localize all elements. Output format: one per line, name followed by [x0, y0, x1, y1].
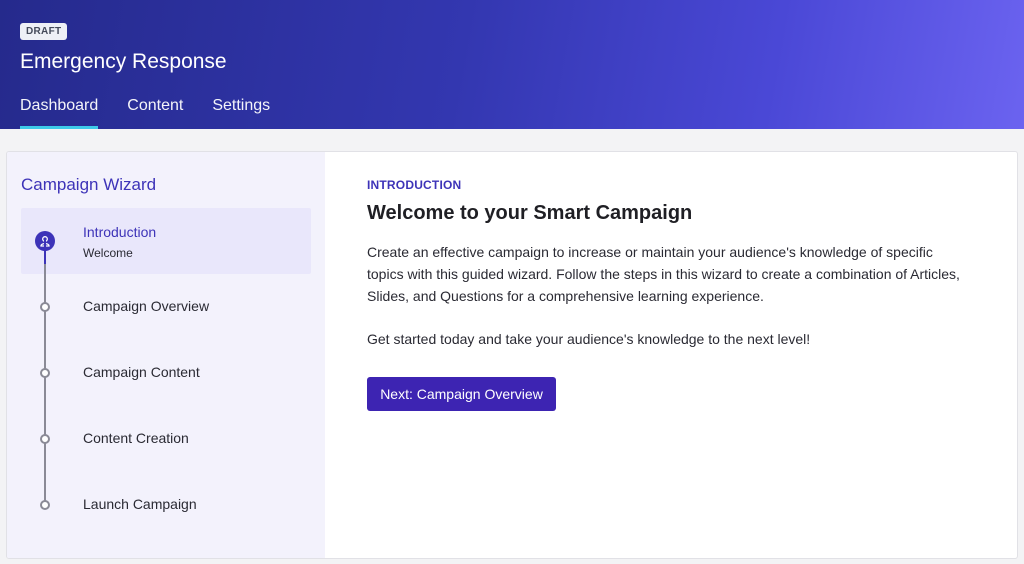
main-nav-tabs: Dashboard Content Settings	[20, 97, 270, 129]
tab-dashboard[interactable]: Dashboard	[20, 97, 99, 129]
app-header: DRAFT Emergency Response Dashboard Conte…	[0, 0, 1024, 129]
step-label: Launch Campaign	[83, 496, 197, 512]
cta-paragraph: Get started today and take your audience…	[367, 331, 811, 347]
step-label: Content Creation	[83, 430, 189, 446]
tab-content[interactable]: Content	[127, 97, 183, 129]
wizard-content: INTRODUCTION Welcome to your Smart Campa…	[325, 152, 1017, 558]
next-campaign-overview-button[interactable]: Next: Campaign Overview	[367, 377, 556, 411]
wizard-progress-line-active	[44, 240, 46, 264]
step-marker-icon	[40, 302, 50, 312]
intro-paragraph: Create an effective campaign to increase…	[367, 244, 960, 304]
wizard-card: Campaign Wizard Introduction Welcome Cam…	[6, 151, 1018, 559]
wizard-step-campaign-overview[interactable]: Campaign Overview	[21, 274, 311, 340]
wizard-step-content-creation[interactable]: Content Creation	[21, 406, 311, 472]
wizard-sidebar: Campaign Wizard Introduction Welcome Cam…	[7, 152, 325, 558]
wizard-step-campaign-content[interactable]: Campaign Content	[21, 340, 311, 406]
step-sublabel: Welcome	[83, 246, 133, 260]
wizard-title: Campaign Wizard	[21, 175, 157, 194]
step-marker-icon	[40, 500, 50, 510]
content-headline: Welcome to your Smart Campaign	[367, 202, 693, 224]
status-badge: DRAFT	[20, 23, 68, 40]
step-label: Introduction	[83, 224, 157, 240]
wizard-step-launch-campaign[interactable]: Launch Campaign	[21, 472, 311, 538]
step-label: Campaign Overview	[83, 298, 210, 314]
step-label: Campaign Content	[83, 364, 200, 380]
section-eyebrow: INTRODUCTION	[367, 178, 462, 192]
wizard-step-introduction[interactable]: Introduction Welcome	[21, 208, 311, 274]
tab-settings[interactable]: Settings	[212, 97, 270, 129]
page-title: Emergency Response	[20, 50, 227, 73]
step-marker-icon	[40, 434, 50, 444]
step-marker-icon	[40, 368, 50, 378]
